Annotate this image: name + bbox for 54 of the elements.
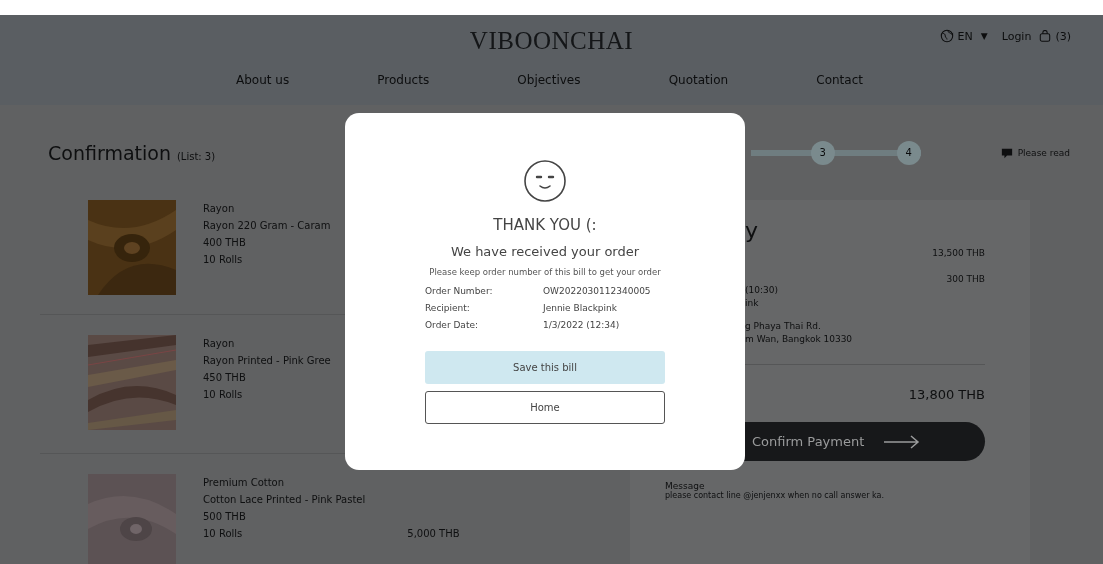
summary-title: y — [745, 218, 760, 243]
product-name: Rayon 220 Gram - Caram — [203, 220, 331, 231]
product-quantity: 10 Rolls — [203, 528, 243, 539]
product-category: Rayon — [203, 203, 235, 214]
address-line: g Phaya Thai Rd. — [745, 320, 822, 333]
subtotal-amount: 13,500 THB — [932, 248, 985, 258]
product-quantity: 10 Rolls — [203, 389, 243, 400]
detail-label: Recipient: — [425, 303, 471, 313]
total-amount: 13,800 THB — [908, 387, 985, 402]
nav-link[interactable]: Objectives — [517, 73, 581, 87]
page-title: Confirmation — [48, 141, 171, 164]
save-bill-button[interactable]: Save this bill — [425, 351, 665, 384]
product-category: Premium Cotton — [203, 477, 285, 488]
language-selector[interactable]: EN — [957, 29, 973, 43]
detail-value: 1/3/2022 (12:34) — [543, 320, 621, 330]
dialog-title: THANK YOU (: — [493, 216, 597, 234]
product-price: 400 THB — [203, 237, 246, 248]
product-total: 5,000 THB — [407, 528, 460, 539]
detail-value: Jennie Blackpink — [543, 303, 618, 313]
cart-count[interactable]: (3) — [1055, 29, 1071, 43]
site-logo[interactable]: VIBOONCHAI — [469, 27, 634, 55]
product-quantity: 10 Rolls — [203, 254, 243, 265]
product-price: 500 THB — [203, 511, 246, 522]
globe-icon[interactable] — [939, 29, 954, 43]
nav-link[interactable]: Quotation — [668, 73, 729, 87]
home-button[interactable]: Home — [425, 391, 665, 424]
nav-link[interactable]: Contact — [816, 73, 863, 87]
product-category: Rayon — [203, 338, 235, 349]
delivery-info: (10:30) — [745, 284, 779, 297]
detail-value: OW2022030112340005 — [543, 286, 652, 296]
chat-icon — [1000, 146, 1013, 159]
dialog-note: Please keep order number of this bill to get your order — [429, 267, 661, 277]
nav-link[interactable]: Products — [377, 73, 430, 87]
detail-label: Order Number: — [425, 286, 494, 296]
nav-link[interactable]: About us — [236, 73, 290, 87]
smiley-icon — [523, 159, 567, 203]
address-line: m Wan, Bangkok 10330 — [745, 333, 854, 346]
step-circle: 4 — [896, 140, 921, 165]
dialog-heading: We have received your order — [450, 244, 640, 259]
product-name: Cotton Lace Printed - Pink Pastel — [203, 494, 366, 505]
product-price: 450 THB — [203, 372, 246, 383]
message-text: please contact line @jenjenxx when no call answer ka. — [665, 491, 885, 500]
product-name: Rayon Printed - Pink Gree — [203, 355, 331, 366]
arrow-icon — [884, 434, 921, 449]
message-label: Message — [665, 481, 705, 491]
list-count: (List: 3) — [176, 150, 216, 162]
caret-icon[interactable]: ▼ — [980, 31, 988, 41]
delivery-info: ink — [745, 297, 760, 310]
detail-label: Order Date: — [425, 320, 479, 330]
step-circle: 3 — [810, 140, 835, 165]
shipping-amount: 300 THB — [946, 274, 985, 284]
please-read-link[interactable]: Please read — [1017, 147, 1070, 158]
login-link[interactable]: Login — [1001, 29, 1032, 43]
shopping-bag-icon[interactable] — [1039, 30, 1052, 42]
